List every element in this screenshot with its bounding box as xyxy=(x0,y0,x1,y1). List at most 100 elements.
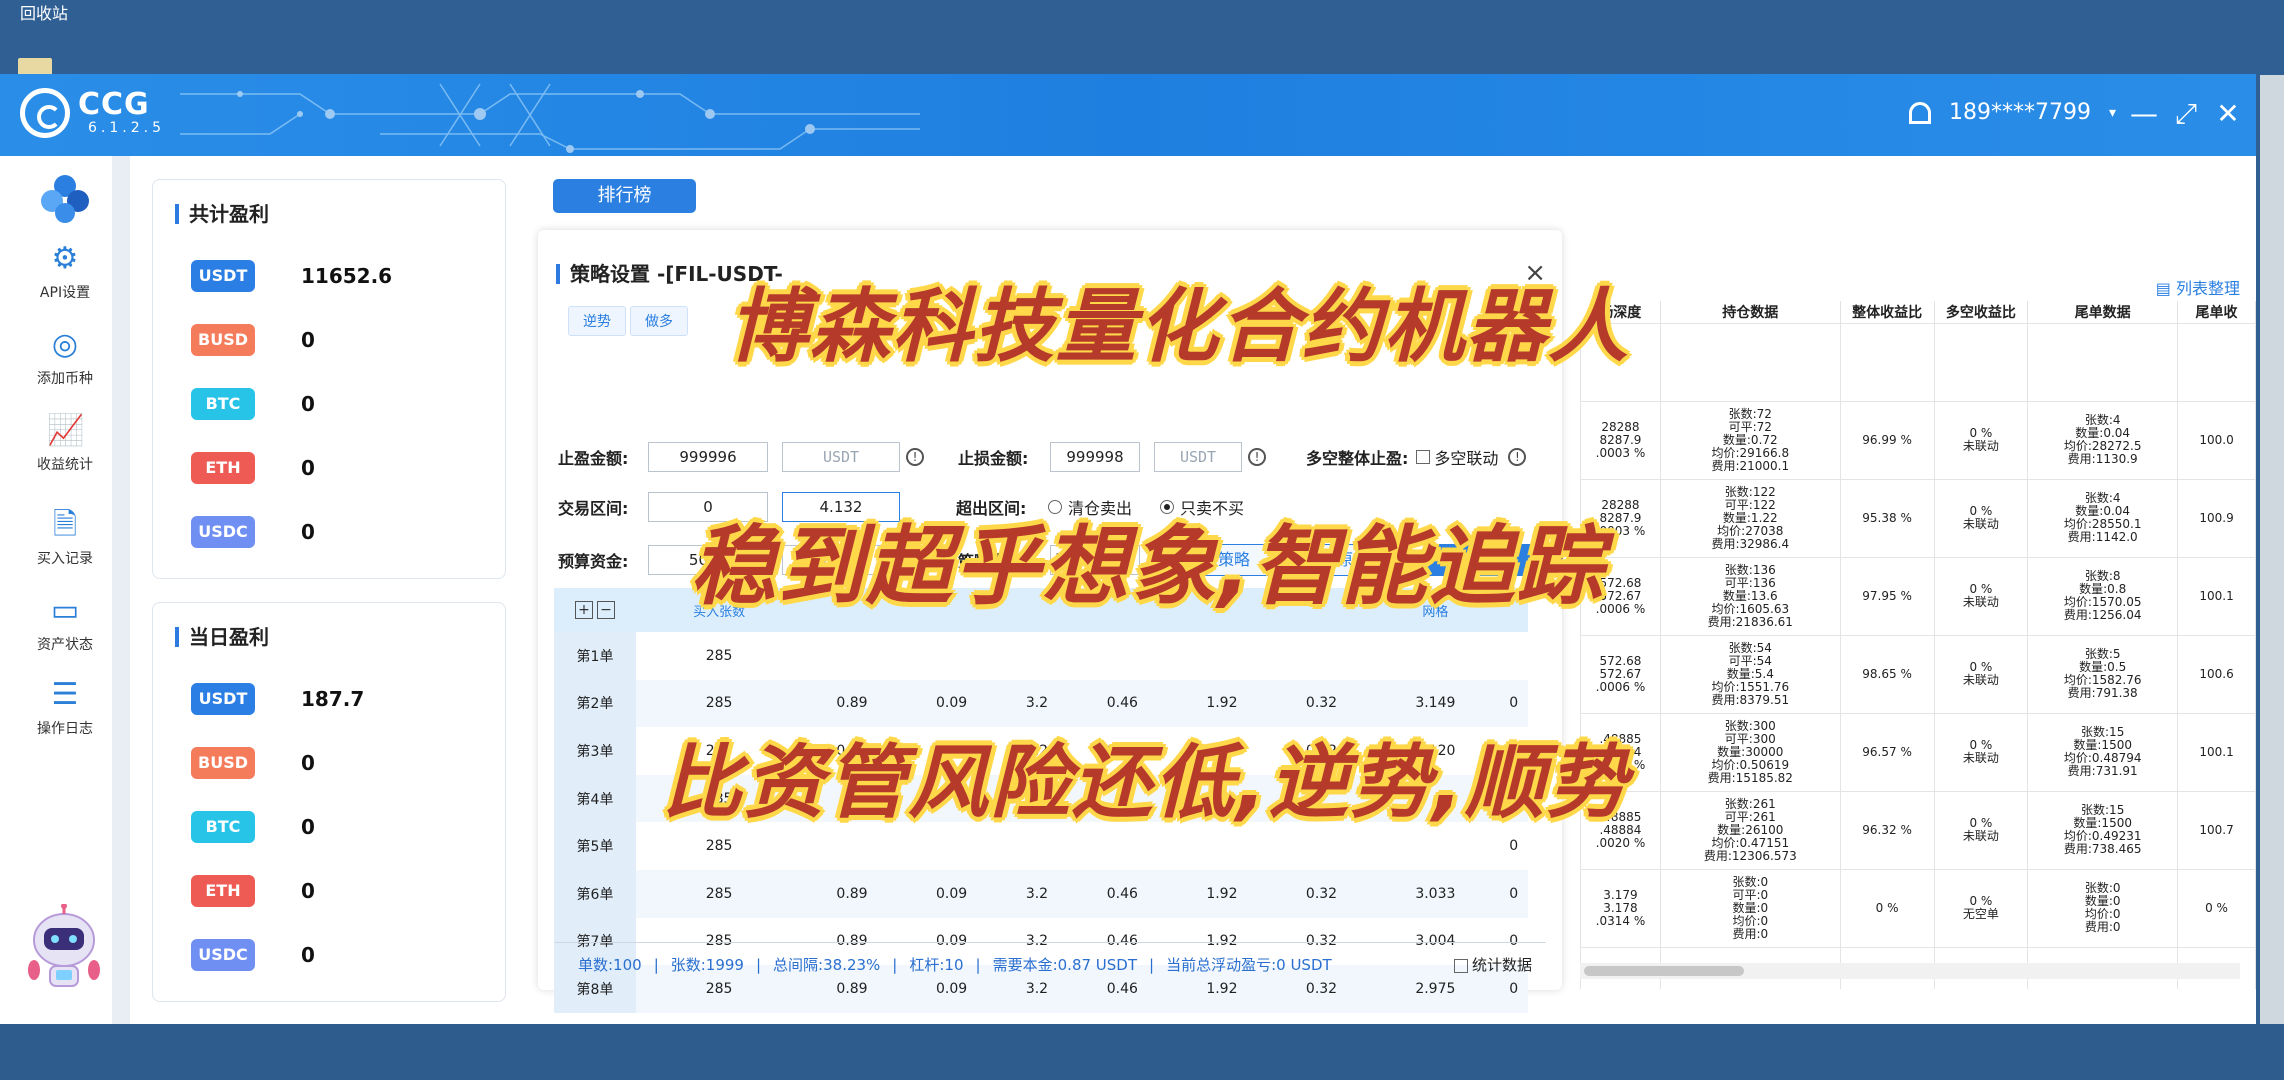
table-cell[interactable]: 285 xyxy=(636,632,802,680)
table-cell: 28288 8287.9 .0003 % xyxy=(1580,400,1661,480)
robot-mascot-icon[interactable] xyxy=(22,904,106,994)
table-cell[interactable] xyxy=(902,632,1002,680)
daily-row-btc: BTC 0 xyxy=(191,811,315,843)
order-label: 第1单 xyxy=(554,632,636,680)
profit-row-usdt: USDT 11652.6 xyxy=(191,260,392,292)
table-cell[interactable]: 285 xyxy=(636,869,803,918)
table-cell[interactable] xyxy=(1172,632,1272,680)
table-row[interactable]: 572.68 572.67 .0006 % 张数:136 可平:136 数量:13… xyxy=(1580,556,2256,636)
table-cell: 100.7 xyxy=(2177,790,2256,870)
table-cell[interactable] xyxy=(1073,632,1173,680)
table-cell: 0 % 未联动 xyxy=(1933,712,2029,792)
table-cell: 98.65 % xyxy=(1839,634,1935,714)
table-cell[interactable]: 0 xyxy=(1499,869,1528,918)
chart-icon: 📈 xyxy=(47,413,85,448)
table-cell[interactable]: 0.46 xyxy=(1072,869,1173,918)
table-cell[interactable] xyxy=(1371,632,1499,680)
table-cell: 张数:15 数量:1500 均价:0.48794 费用:731.91 xyxy=(2027,712,2179,792)
table-cell: 95.38 % xyxy=(1839,478,1935,558)
table-cell[interactable]: 3.2 xyxy=(1001,869,1073,918)
table-row[interactable]: 572.68 572.67 .0006 % 张数:54 可平:54 数量:5.4 … xyxy=(1580,634,2256,714)
sidebar-item-operation-log[interactable]: ☰ 操作日志 xyxy=(20,678,110,738)
sidebar-item-asset-status[interactable]: ▭ 资产状态 xyxy=(20,594,110,654)
coin-badge: ETH xyxy=(191,452,255,484)
right-desktop-strip xyxy=(2260,75,2284,1025)
close-window-button[interactable]: ✕ xyxy=(2210,96,2246,132)
profit-value: 0 xyxy=(301,879,315,903)
table-cell[interactable]: 0.09 xyxy=(901,869,1002,918)
table-cell: 0 % 未联动 xyxy=(1933,790,2029,870)
table-cell: 张数:8 数量:0.8 均价:1570.05 费用:1256.04 xyxy=(2027,556,2179,636)
long-short-tp-label: 多空整体止盈: xyxy=(1306,449,1409,468)
table-cell: 张数:54 可平:54 数量:5.4 均价:1551.76 费用:8379.51 xyxy=(1659,634,1841,714)
help-icon[interactable]: ! xyxy=(1248,448,1266,466)
daily-row-eth: ETH 0 xyxy=(191,875,315,907)
table-cell[interactable] xyxy=(1272,632,1372,680)
summary-required-capital: 需要本金:0.87 USDT xyxy=(992,956,1138,974)
chevron-down-icon: ▾ xyxy=(2108,104,2116,121)
user-menu[interactable]: 189****7799 ▾ xyxy=(1908,100,2116,125)
overlay-subline-2: 比资管风险还低,逆势,顺势 xyxy=(662,736,1629,829)
table-row[interactable]: .48885 .48884 .0020 % 张数:261 可平:261 数量:26… xyxy=(1580,790,2256,870)
table-cell[interactable] xyxy=(802,632,902,680)
stop-loss-input[interactable]: 999998 xyxy=(1050,442,1140,472)
summary-floating-pnl: 当前总浮动盈亏:0 USDT xyxy=(1166,956,1332,974)
bottom-taskbar xyxy=(0,1024,2284,1080)
table-row: 第1单 285 xyxy=(554,632,1528,680)
coin-badge: ETH xyxy=(191,875,255,907)
sidebar-item-add-coin[interactable]: ◎ 添加币种 xyxy=(20,328,110,388)
table-row[interactable]: 28288 8287.9 .0003 % 张数:122 可平:122 数量:1.2… xyxy=(1580,478,2256,558)
long-short-link-checkbox[interactable] xyxy=(1416,450,1431,464)
table-cell: 0 % 未联动 xyxy=(1933,634,2029,714)
sidebar-item-profit-stats[interactable]: 📈 收益统计 xyxy=(20,414,110,474)
record-icon: 🗎 xyxy=(52,507,78,542)
table-cell[interactable]: 0.89 xyxy=(802,869,902,918)
profit-row-btc: BTC 0 xyxy=(191,388,315,420)
minimize-button[interactable]: — xyxy=(2126,96,2162,132)
app-version: 6.1.2.5 xyxy=(88,120,165,136)
maximize-button[interactable]: ⤢ xyxy=(2168,96,2204,132)
horizontal-scrollbar[interactable] xyxy=(1580,963,2240,979)
list-sort-button[interactable]: ▤ 列表整理 xyxy=(2156,275,2240,299)
table-cell[interactable] xyxy=(1499,632,1528,680)
table-cell[interactable]: 1.92 xyxy=(1172,869,1272,918)
sidebar-item-buy-records[interactable]: 🗎 买入记录 xyxy=(20,508,110,568)
table-cell: 张数:122 可平:122 数量:1.22 均价:27038 费用:32986.… xyxy=(1659,478,1841,558)
stats-toggle[interactable]: 统计数据 xyxy=(1453,954,1532,975)
tab-counter-trend[interactable]: 逆势 xyxy=(568,306,626,336)
table-row[interactable]: 28288 8287.9 .0003 % 张数:72 可平:72 数量:0.72 … xyxy=(1580,400,2256,480)
table-cell[interactable] xyxy=(1001,632,1072,680)
table-cell: 3.179 3.178 .0314 % xyxy=(1580,868,1661,948)
column-header: 多空收益比 xyxy=(1934,301,2029,323)
strategy-tabs: 逆势 做多 xyxy=(568,306,692,336)
table-row[interactable]: 3.179 3.178 .0314 % 张数:0 可平:0 数量:0 均价:0 费… xyxy=(1580,868,2256,948)
table-cell: 张数:4 数量:0.04 均价:28550.1 费用:1142.0 xyxy=(2027,478,2179,558)
table-cell xyxy=(1659,322,1841,402)
ranking-button[interactable]: 排行榜 xyxy=(553,179,696,213)
column-header: 尾单数据 xyxy=(2027,301,2179,323)
remove-row-icon[interactable]: − xyxy=(597,601,615,619)
profit-row-busd: BUSD 0 xyxy=(191,324,315,356)
scrollbar-thumb[interactable] xyxy=(1584,966,1744,976)
table-row[interactable] xyxy=(1580,322,2256,402)
order-label: 第4单 xyxy=(554,774,636,823)
table-cell[interactable]: 0.32 xyxy=(1271,869,1372,918)
table-cell[interactable]: 3.033 xyxy=(1371,869,1500,918)
table-row[interactable]: .48885 .48884 .0020 % 张数:300 可平:300 数量:30… xyxy=(1580,712,2256,792)
table-cell: 96.57 % xyxy=(1839,712,1935,792)
take-profit-input[interactable]: 999996 xyxy=(648,442,768,472)
budget-label: 预算资金: xyxy=(558,552,629,571)
summary-contracts: 张数:1999 xyxy=(670,956,744,974)
strategy-summary-bar: 单数:100 | 张数:1999 | 总间隔:38.23% | 杠杆:10 | 需要本金… xyxy=(554,942,1546,986)
stats-checkbox[interactable] xyxy=(1453,958,1468,973)
add-row-icon[interactable]: + xyxy=(575,601,593,619)
profit-value: 0 xyxy=(301,392,315,416)
table-cell: 0 % 未联动 xyxy=(1933,556,2029,636)
coin-badge: USDT xyxy=(191,260,255,292)
help-icon[interactable]: ! xyxy=(906,448,924,466)
desktop-recycle-bin-label[interactable]: 回收站 xyxy=(20,0,68,24)
sidebar-item-api-settings[interactable]: ⚙ API设置 xyxy=(20,242,110,302)
tab-long[interactable]: 做多 xyxy=(630,306,688,336)
help-icon[interactable]: ! xyxy=(1508,448,1527,466)
sidebar-item-label: 添加币种 xyxy=(37,371,93,387)
